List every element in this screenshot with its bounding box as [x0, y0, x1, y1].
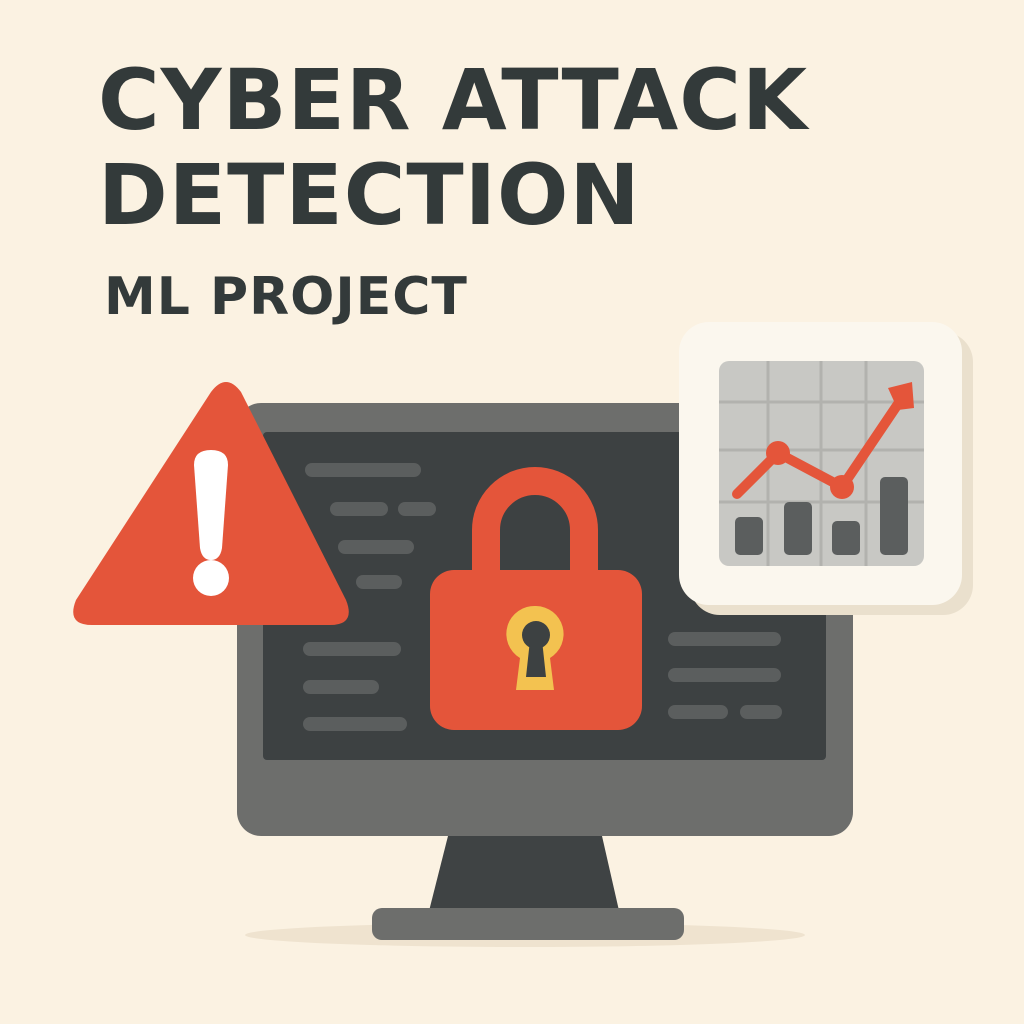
chart-point	[830, 475, 854, 499]
chart-icon	[679, 322, 973, 615]
page-title-line-2: DETECTION	[98, 146, 641, 244]
chart-point	[766, 441, 790, 465]
page-title-line-1: CYBER ATTACK	[98, 51, 809, 149]
monitor-stand	[372, 836, 684, 940]
page-subtitle: ML PROJECT	[104, 267, 468, 327]
